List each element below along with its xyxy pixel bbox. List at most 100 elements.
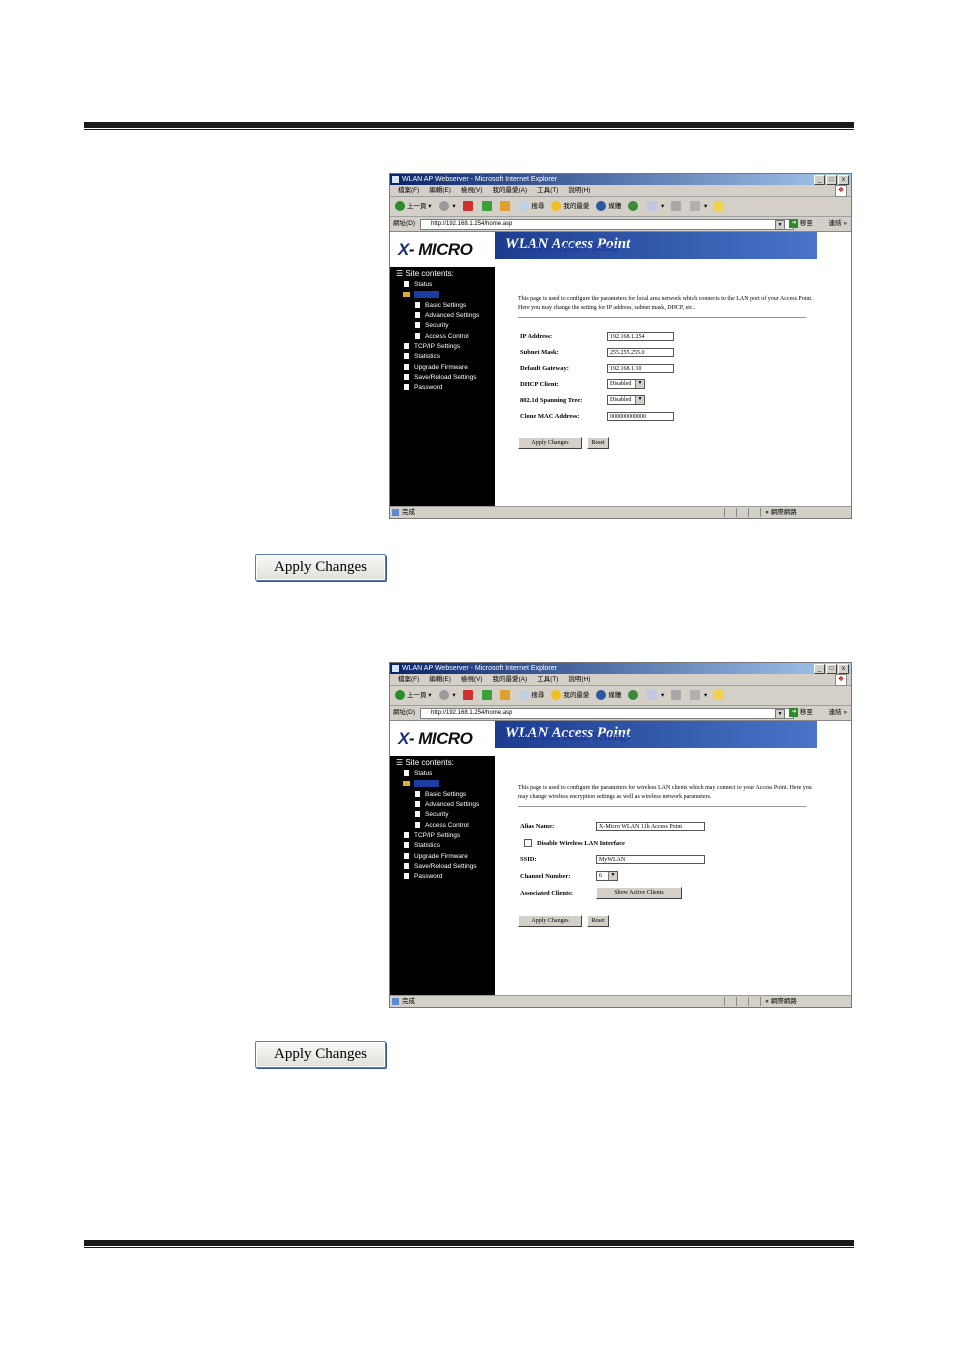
links-button[interactable]: 連結 » — [829, 217, 847, 231]
sidebar-item-advanced-settings[interactable]: Advanced Settings — [415, 801, 479, 808]
sidebar-item-save-reload[interactable]: Save/Reload Settings — [404, 374, 477, 381]
minimize-button[interactable]: _ — [814, 664, 825, 674]
status-divider — [748, 997, 749, 1006]
edit-button[interactable]: ▾ — [690, 197, 707, 216]
media-button[interactable]: 媒體 — [596, 686, 621, 705]
history-button[interactable] — [628, 197, 640, 216]
sidebar-item-basic-settings[interactable]: Basic Settings — [415, 302, 466, 309]
history-button[interactable] — [628, 686, 640, 705]
menu-file[interactable]: 檔案(F) — [398, 676, 419, 683]
sidebar-item-security[interactable]: Security — [415, 811, 448, 818]
default-gateway-input[interactable]: 192.168.1.10 — [607, 364, 674, 373]
favorites-button[interactable]: 我的最愛 — [551, 197, 589, 216]
search-button[interactable]: 搜尋 — [519, 686, 544, 705]
sidebar-item-tcpip-settings[interactable]: TCP/IP Settings — [404, 343, 460, 350]
dhcp-client-select[interactable]: Disabled ▼ — [607, 379, 645, 389]
sidebar-item-statistics[interactable]: Statistics — [404, 842, 440, 849]
page-icon — [404, 281, 409, 288]
home-button[interactable] — [500, 197, 512, 216]
sidebar-item-wireless[interactable]: Wireless — [403, 780, 439, 787]
menu-view[interactable]: 檢視(V) — [461, 187, 483, 194]
spanning-tree-select[interactable]: Disabled ▼ — [607, 395, 645, 405]
close-button[interactable]: x — [838, 664, 849, 674]
sidebar-item-password[interactable]: Password — [404, 384, 443, 391]
maximize-button[interactable]: □ — [826, 664, 837, 674]
mail-icon — [647, 201, 658, 212]
subnet-mask-input[interactable]: 255.255.255.0 — [607, 348, 674, 357]
search-button[interactable]: 搜尋 — [519, 197, 544, 216]
sidebar-item-access-control[interactable]: Access Control — [415, 822, 469, 829]
links-button[interactable]: 連結 » — [829, 706, 847, 720]
page-done-icon — [392, 998, 399, 1005]
reset-button[interactable]: Reset — [587, 437, 609, 449]
stop-button[interactable] — [462, 686, 475, 705]
sidebar-item-basic-settings[interactable]: Basic Settings — [415, 791, 466, 798]
sidebar-item-statistics[interactable]: Statistics — [404, 353, 440, 360]
home-button[interactable] — [500, 686, 512, 705]
folder-button[interactable] — [714, 686, 726, 705]
print-button[interactable] — [671, 686, 683, 705]
forward-button[interactable]: ▾ — [438, 686, 456, 705]
history-icon — [628, 201, 639, 212]
print-button[interactable] — [671, 197, 683, 216]
mail-button[interactable]: ▾ — [647, 197, 664, 216]
mail-button[interactable]: ▾ — [647, 686, 664, 705]
alias-name-input[interactable]: X-Micro WLAN 11b Access Point — [596, 822, 705, 831]
forward-button[interactable]: ▾ — [438, 197, 456, 216]
address-dropdown-icon[interactable]: ▼ — [775, 709, 785, 719]
maximize-button[interactable]: □ — [826, 175, 837, 185]
reset-button[interactable]: Reset — [587, 915, 609, 927]
sidebar-item-upgrade-firmware[interactable]: Upgrade Firmware — [404, 364, 468, 371]
refresh-button[interactable] — [481, 197, 494, 216]
media-button[interactable]: 媒體 — [596, 197, 621, 216]
sidebar-header: ☰ Site contents: — [396, 269, 454, 278]
sidebar-item-advanced-settings[interactable]: Advanced Settings — [415, 312, 479, 319]
sidebar-item-wireless[interactable]: Wireless — [403, 291, 439, 298]
disable-wireless-label: Disable Wireless LAN Interface — [537, 840, 625, 847]
back-button[interactable]: 上一頁 ▾ — [395, 686, 432, 705]
folder-button[interactable] — [714, 197, 726, 216]
back-button[interactable]: 上一頁 ▾ — [395, 197, 432, 216]
sidebar-item-status[interactable]: Status — [404, 770, 432, 777]
show-active-clients-button[interactable]: Show Active Clients — [596, 887, 682, 899]
menu-tools[interactable]: 工具(T) — [537, 676, 558, 683]
sidebar-item-access-control[interactable]: Access Control — [415, 333, 469, 340]
minimize-button[interactable]: _ — [814, 175, 825, 185]
sidebar-item-upgrade-firmware[interactable]: Upgrade Firmware — [404, 853, 468, 860]
menu-favorites[interactable]: 我的最愛(A) — [493, 187, 528, 194]
menu-favorites[interactable]: 我的最愛(A) — [493, 676, 528, 683]
go-button[interactable]: ➜ 移至 — [789, 217, 813, 231]
favorites-button[interactable]: 我的最愛 — [551, 686, 589, 705]
menu-view[interactable]: 檢視(V) — [461, 676, 483, 683]
ssid-input[interactable]: MyWLAN — [596, 855, 705, 864]
edit-button[interactable]: ▾ — [690, 686, 707, 705]
close-button[interactable]: x — [838, 175, 849, 185]
menu-edit[interactable]: 編輯(E) — [429, 187, 451, 194]
apply-changes-button[interactable]: Apply Changes — [518, 915, 582, 927]
sidebar-item-save-reload[interactable]: Save/Reload Settings — [404, 863, 477, 870]
clone-mac-input[interactable]: 000000000000 — [607, 412, 674, 421]
sidebar-item-password[interactable]: Password — [404, 873, 443, 880]
page-icon — [404, 832, 409, 839]
address-dropdown-icon[interactable]: ▼ — [775, 220, 785, 230]
chevron-down-icon: ▼ — [608, 872, 617, 880]
sidebar-item-tcpip-settings[interactable]: TCP/IP Settings — [404, 832, 460, 839]
menu-help[interactable]: 說明(H) — [568, 676, 590, 683]
address-input[interactable]: http://192.168.1.254/home.asp — [420, 708, 794, 719]
disable-wireless-checkbox[interactable] — [524, 839, 532, 847]
menu-edit[interactable]: 編輯(E) — [429, 676, 451, 683]
sidebar-item-security[interactable]: Security — [415, 322, 448, 329]
apply-changes-button-callout[interactable]: Apply Changes — [255, 1041, 386, 1068]
menu-tools[interactable]: 工具(T) — [537, 187, 558, 194]
go-button[interactable]: ➜ 移至 — [789, 706, 813, 720]
refresh-button[interactable] — [481, 686, 494, 705]
menu-help[interactable]: 說明(H) — [568, 187, 590, 194]
ip-address-input[interactable]: 192.168.1.254 — [607, 332, 674, 341]
apply-changes-button-callout[interactable]: Apply Changes — [255, 554, 386, 581]
apply-changes-button[interactable]: Apply Changes — [518, 437, 582, 449]
stop-button[interactable] — [462, 197, 475, 216]
menu-file[interactable]: 檔案(F) — [398, 187, 419, 194]
address-input[interactable]: http://192.168.1.254/home.asp — [420, 219, 794, 230]
channel-number-select[interactable]: 6 ▼ — [596, 871, 618, 881]
sidebar-item-status[interactable]: Status — [404, 281, 432, 288]
